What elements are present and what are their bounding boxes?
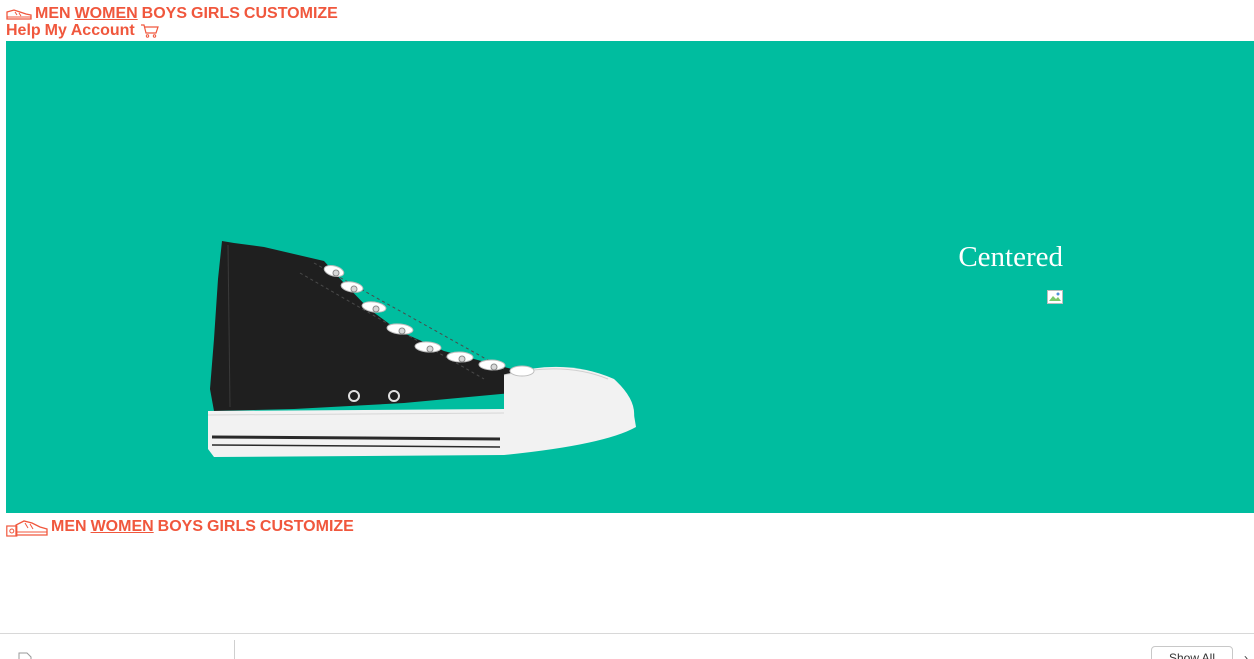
hero-banner: Centered <box>6 41 1254 513</box>
nav-customize[interactable]: CUSTOMIZE <box>260 518 354 536</box>
nav-boys[interactable]: BOYS <box>142 5 187 23</box>
sneaker-product-image[interactable] <box>204 239 638 461</box>
utility-nav: Help My Account <box>6 22 160 40</box>
secondary-nav: MEN WOMEN BOYS GIRLS CUSTOMIZE <box>6 517 358 537</box>
nav-men[interactable]: MEN <box>51 518 87 536</box>
nav-women[interactable]: WOMEN <box>91 518 154 536</box>
nav-girls[interactable]: GIRLS <box>191 5 240 23</box>
show-all-button[interactable]: Show All <box>1151 646 1233 659</box>
hero-title: Centered <box>958 241 1063 273</box>
nav-boys[interactable]: BOYS <box>158 518 203 536</box>
download-divider <box>234 640 235 659</box>
chevron-right-icon[interactable]: › <box>1244 651 1248 659</box>
nav-girls[interactable]: GIRLS <box>207 518 256 536</box>
top-nav: MEN WOMEN BOYS GIRLS CUSTOMIZE <box>6 5 342 23</box>
sneaker-logo-icon[interactable] <box>6 7 32 21</box>
nav-men[interactable]: MEN <box>35 5 71 23</box>
nav-customize[interactable]: CUSTOMIZE <box>244 5 338 23</box>
nav-women[interactable]: WOMEN <box>75 5 138 23</box>
my-account-link[interactable]: My Account <box>45 22 135 40</box>
broken-image-icon <box>1047 290 1063 304</box>
download-bar: Show All › <box>0 633 1254 659</box>
cart-icon[interactable] <box>140 23 160 39</box>
sneaker-logo-icon[interactable] <box>6 517 48 537</box>
file-icon[interactable] <box>18 652 32 659</box>
help-link[interactable]: Help <box>6 22 41 40</box>
